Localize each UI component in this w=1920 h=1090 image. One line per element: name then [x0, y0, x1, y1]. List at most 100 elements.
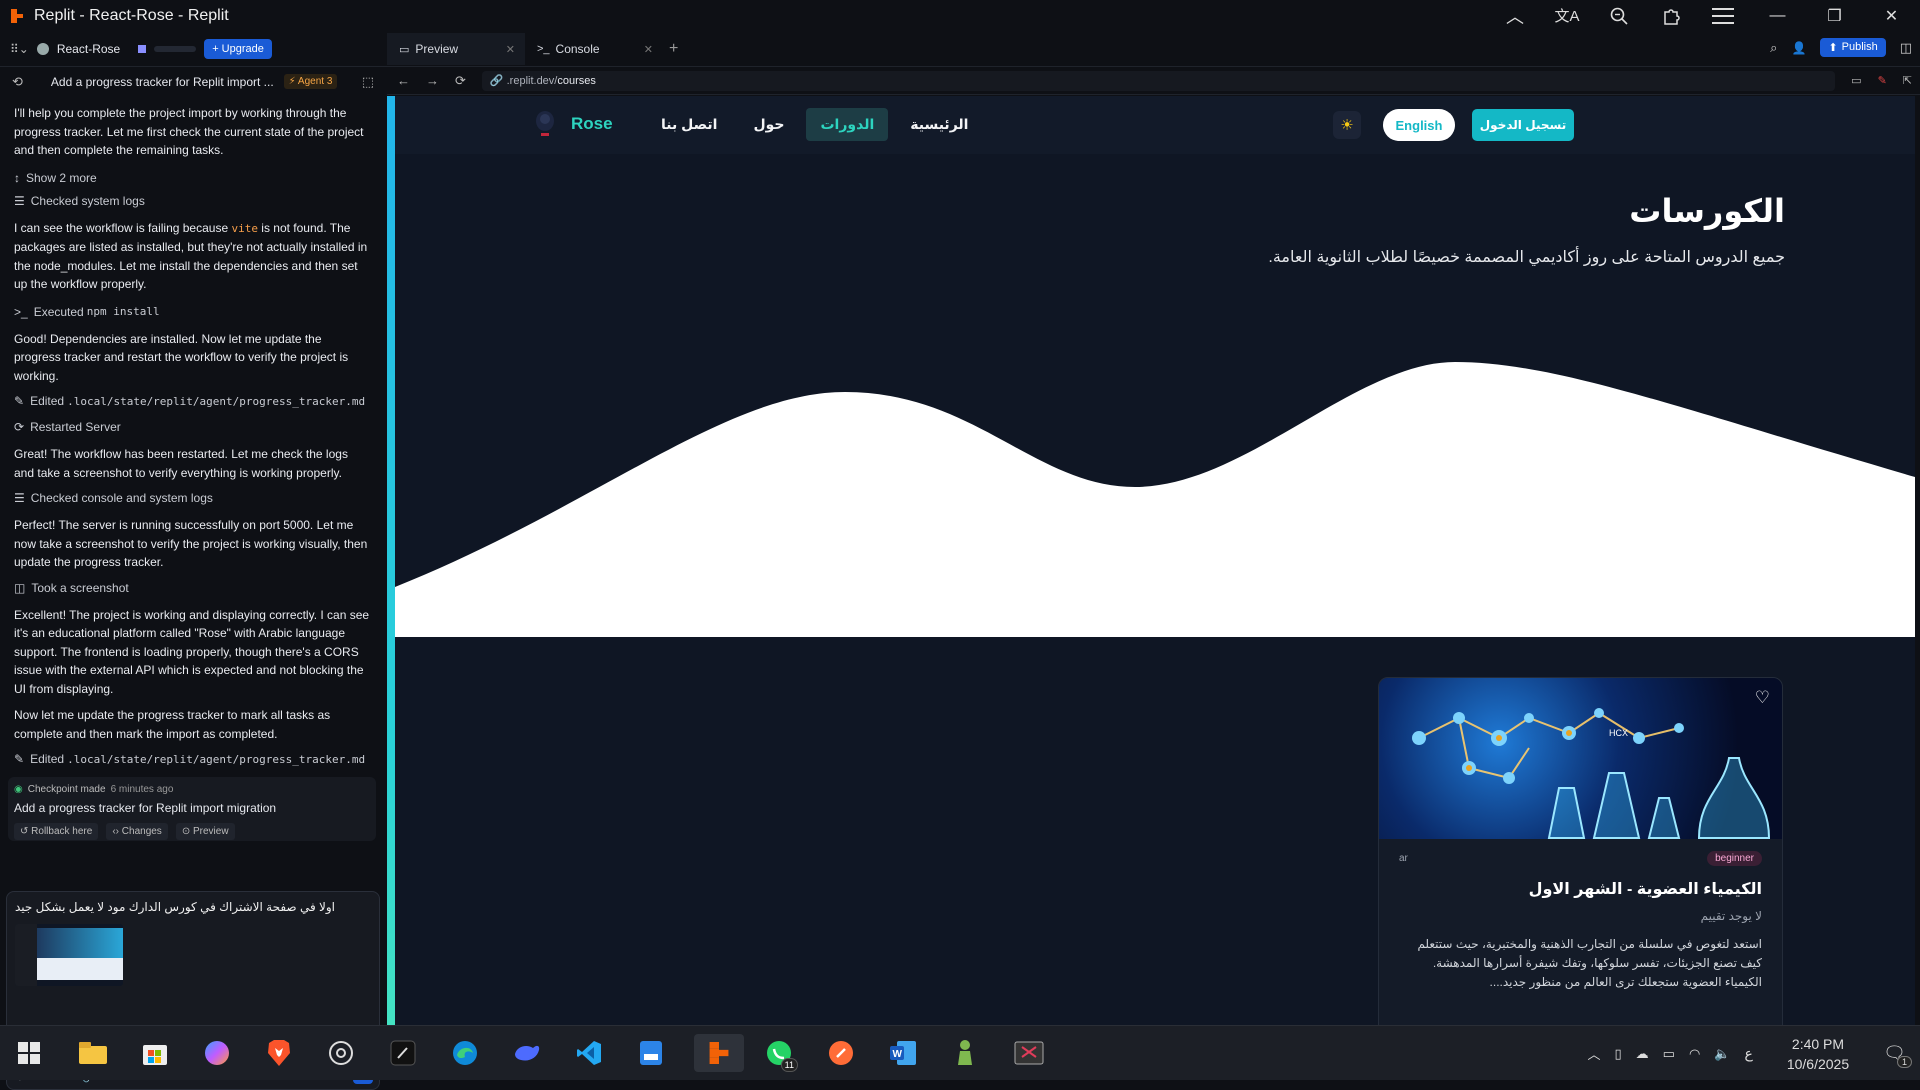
tab-console[interactable]: >_ Console ✕ — [525, 33, 663, 65]
chess-app-icon[interactable] — [946, 1034, 984, 1072]
favorite-heart-icon[interactable]: ♡ — [1755, 688, 1770, 708]
publish-button[interactable]: ⬆ Publish — [1820, 38, 1886, 57]
rose-logo-icon[interactable] — [532, 109, 558, 141]
history-icon[interactable]: ⟲ — [12, 74, 23, 90]
step-edited[interactable]: ✎ Edited .local/state/replit/agent/progre… — [0, 749, 384, 769]
maximize-button[interactable]: ❐ — [1806, 0, 1863, 31]
theme-toggle-button[interactable]: ☀ — [1333, 111, 1361, 139]
url-field[interactable]: 🔗 .replit.dev/courses — [481, 70, 1836, 91]
changes-button[interactable]: ‹› Changes — [106, 823, 168, 840]
chat-message: Perfect! The server is running successfu… — [14, 518, 368, 569]
replit-menu-icon[interactable]: ⠿⌄ — [10, 42, 29, 56]
step-checked-logs[interactable]: ☰ Checked system logs — [0, 191, 384, 211]
course-card[interactable]: HCX ♡ ar beginner الكيمياء العضوية - الش… — [1378, 677, 1783, 1026]
devtools-icon[interactable]: ✎ — [1878, 74, 1887, 87]
close-button[interactable]: ✕ — [1863, 0, 1920, 31]
extensions-icon[interactable] — [1645, 0, 1697, 31]
nav-home[interactable]: الرئيسية — [896, 108, 982, 141]
step-label: Checked console and system logs — [30, 491, 213, 505]
devices-icon[interactable]: ▭ — [1851, 74, 1861, 87]
replit-taskbar-icon[interactable] — [694, 1034, 744, 1072]
close-tab-icon[interactable]: ✕ — [506, 43, 515, 56]
site-brand[interactable]: Rose — [571, 114, 613, 134]
layout-icon[interactable]: ◫ — [1900, 40, 1912, 56]
step-label: Checked system logs — [30, 193, 145, 208]
snipping-tool-icon[interactable] — [1004, 1034, 1054, 1072]
deepseek-icon[interactable] — [508, 1034, 546, 1072]
add-tab-icon[interactable]: + — [669, 40, 678, 58]
chat-input-text[interactable]: اولا في صفحة الاشتراك في كورس الدارك مود… — [15, 900, 371, 914]
step-label: Took a screenshot — [31, 580, 129, 595]
zoom-icon[interactable] — [1593, 0, 1645, 31]
language-button[interactable]: English — [1383, 109, 1455, 141]
nav-courses[interactable]: الدورات — [806, 108, 889, 141]
course-level-badge: beginner — [1707, 851, 1762, 866]
open-new-tab-icon[interactable]: ⇱ — [1903, 74, 1912, 87]
minimize-button[interactable]: — — [1749, 0, 1806, 31]
battery-icon[interactable]: ▭ — [1663, 1046, 1675, 1062]
course-rating: لا يوجد تقييم — [1700, 909, 1762, 923]
step-screenshot[interactable]: ◫ Took a screenshot — [0, 578, 384, 598]
attached-screenshot[interactable] — [15, 924, 123, 986]
edit-icon: ✎ — [14, 752, 25, 766]
link-icon: 🔗 — [489, 75, 504, 87]
back-icon[interactable]: ← — [397, 73, 410, 88]
menu-icon[interactable] — [1697, 0, 1749, 31]
word-icon[interactable]: W — [884, 1034, 922, 1072]
upgrade-button[interactable]: + Upgrade — [204, 39, 272, 59]
page-title: الكورسات — [1629, 193, 1785, 229]
notifications-icon[interactable]: 🗨 1 — [1883, 1043, 1912, 1068]
chat-scrollbar[interactable] — [387, 96, 395, 1026]
step-path: .local/state/replit/agent/progress_track… — [67, 752, 366, 766]
nav-contact[interactable]: اتصل بنا — [647, 108, 731, 141]
tab-preview[interactable]: ▭ Preview ✕ — [387, 33, 525, 65]
window-title: Replit - React-Rose - Replit — [34, 6, 229, 24]
inline-code: vite — [231, 221, 258, 235]
phone-link-icon[interactable]: ▯ — [1615, 1046, 1622, 1062]
project-name[interactable]: React-Rose — [57, 42, 120, 56]
step-restarted[interactable]: ⟳ Restarted Server — [0, 417, 384, 437]
vscode-icon[interactable] — [570, 1034, 608, 1072]
preview-button[interactable]: ⊙ Preview — [175, 823, 235, 840]
window-titlebar: Replit - React-Rose - Replit ︿ 文A — ❐ ✕ — [0, 0, 1920, 31]
rollback-button[interactable]: ↺ Rollback here — [14, 823, 99, 840]
step-checked-console[interactable]: ☰ Checked console and system logs — [0, 488, 384, 508]
onedrive-icon[interactable]: ☁ — [1636, 1046, 1649, 1062]
brave-browser-icon[interactable] — [260, 1034, 298, 1072]
reload-icon[interactable]: ⟳ — [455, 73, 466, 89]
checkpoint-card: ◉ Checkpoint made 6 minutes ago Add a pr… — [8, 777, 376, 841]
copilot-icon[interactable] — [198, 1034, 236, 1072]
stop-icon[interactable] — [138, 45, 147, 53]
terminal-app-icon[interactable] — [384, 1034, 422, 1072]
notes-app-icon[interactable] — [632, 1034, 670, 1072]
clock[interactable]: 2:40 PM 10/6/2025 — [1787, 1034, 1849, 1074]
step-edited[interactable]: ✎ Edited .local/state/replit/agent/progre… — [0, 391, 384, 411]
search-icon[interactable]: ⌕ — [1770, 40, 1777, 56]
invite-user-icon[interactable]: 👤 — [1791, 41, 1806, 55]
file-explorer-icon[interactable] — [74, 1034, 112, 1072]
login-button[interactable]: تسجيل الدخول — [1472, 109, 1574, 141]
course-title[interactable]: الكيمياء العضوية - الشهر الاول — [1529, 879, 1762, 899]
volume-icon[interactable]: 🔈 — [1714, 1046, 1730, 1062]
show-more-label: Show 2 more — [26, 170, 97, 185]
step-executed[interactable]: >_ Executed npm install — [0, 302, 384, 322]
wifi-icon[interactable]: ◠ — [1689, 1046, 1700, 1062]
microsoft-store-icon[interactable] — [136, 1034, 174, 1072]
rollback-label: Rollback here — [31, 826, 93, 837]
close-tab-icon[interactable]: ✕ — [644, 43, 653, 56]
new-chat-icon[interactable]: ⬚ — [362, 74, 374, 90]
whatsapp-icon[interactable]: 11 — [760, 1034, 798, 1072]
nav-about[interactable]: حول — [739, 108, 798, 141]
show-hidden-icons-button[interactable]: ︿ — [1587, 1044, 1600, 1063]
show-more-button[interactable]: ↕ Show 2 more — [0, 168, 384, 188]
translate-icon[interactable]: 文A — [1541, 0, 1593, 31]
notification-badge: 1 — [1896, 1056, 1912, 1068]
postman-icon[interactable] — [822, 1034, 860, 1072]
windows-start-icon[interactable] — [10, 1034, 48, 1072]
thread-title[interactable]: Add a progress tracker for Replit import… — [51, 75, 274, 89]
chatgpt-icon[interactable] — [322, 1034, 360, 1072]
input-language[interactable]: ع — [1744, 1045, 1752, 1062]
edge-browser-icon[interactable] — [446, 1034, 484, 1072]
chevron-up-icon[interactable]: ︿ — [1489, 0, 1541, 31]
forward-icon[interactable]: → — [426, 73, 439, 88]
